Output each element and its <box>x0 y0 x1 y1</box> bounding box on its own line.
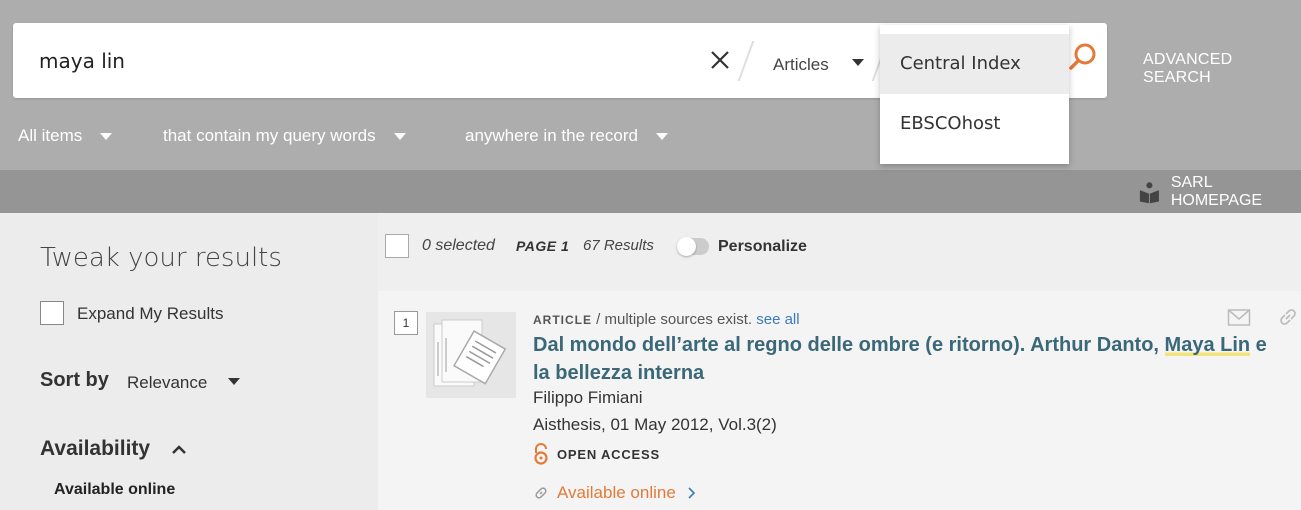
sort-by-label: Sort by <box>40 369 109 391</box>
chevron-down-icon <box>655 133 668 141</box>
result-type: ARTICLE <box>533 313 592 327</box>
items-filter-label: All items <box>18 126 83 145</box>
email-icon[interactable] <box>1227 307 1251 327</box>
divider <box>737 41 755 81</box>
result-type-line: ARTICLE / multiple sources exist. see al… <box>533 311 800 328</box>
search-icon[interactable] <box>1068 41 1098 71</box>
selected-count: 0 selected <box>422 237 495 254</box>
result-title[interactable]: Dal mondo dell’arte al regno delle ombre… <box>533 331 1273 387</box>
dropdown-option-ebscohost[interactable]: EBSCOhost <box>880 94 1069 154</box>
article-thumbnail-icon <box>426 312 516 398</box>
result-number: 1 <box>394 311 418 335</box>
personalize-label[interactable]: Personalize <box>718 238 807 256</box>
homepage-label: SARL HOMEPAGE <box>1170 174 1263 209</box>
available-online-label: Available online <box>557 483 676 502</box>
title-highlight: Maya Lin <box>1164 334 1251 356</box>
field-filter-label: anywhere in the record <box>465 126 638 145</box>
available-online-link[interactable]: Available online <box>533 482 700 504</box>
field-filter[interactable]: anywhere in the record <box>465 126 668 146</box>
expand-results-label[interactable]: Expand My Results <box>77 304 223 324</box>
title-part: Dal mondo dell’arte al regno delle ombre… <box>533 334 1165 356</box>
match-filter-label: that contain my query words <box>163 126 376 145</box>
library-book-icon <box>1139 182 1159 204</box>
results-count: 67 Results <box>583 237 654 254</box>
result-item <box>378 291 1301 510</box>
dropdown-option-central-index[interactable]: Central Index <box>880 34 1069 94</box>
result-author: Filippo Fimiani <box>533 388 643 407</box>
chevron-right-icon <box>688 487 695 499</box>
scope-caret-icon[interactable] <box>852 59 864 66</box>
chevron-down-icon <box>100 133 113 141</box>
search-scope-dropdown: Central Index EBSCOhost <box>880 25 1069 164</box>
match-filter[interactable]: that contain my query words <box>163 126 406 146</box>
sources-text: / multiple sources exist. <box>592 311 757 328</box>
items-filter[interactable]: All items <box>18 126 113 146</box>
open-access-badge: OPEN ACCESS <box>533 443 660 465</box>
page-number: PAGE 1 <box>516 238 570 254</box>
homepage-link[interactable]: SARL HOMEPAGE <box>1138 174 1301 209</box>
chevron-down-icon <box>393 133 406 141</box>
result-source: Aisthesis, 01 May 2012, Vol.3(2) <box>533 415 777 434</box>
sidebar-title: Tweak your results <box>40 243 282 273</box>
link-icon <box>535 487 547 499</box>
open-access-label: OPEN ACCESS <box>557 446 660 462</box>
expand-results-checkbox[interactable] <box>40 301 64 325</box>
select-all-checkbox[interactable] <box>385 234 409 258</box>
personalize-toggle[interactable] <box>677 237 709 256</box>
chevron-up-icon[interactable] <box>170 441 188 459</box>
permalink-icon[interactable] <box>1278 307 1298 327</box>
chevron-down-icon[interactable] <box>228 378 240 385</box>
available-online-facet[interactable]: Available online <box>54 481 175 499</box>
scope-select-label[interactable]: Articles <box>773 55 829 75</box>
sort-by-select[interactable]: Relevance <box>127 373 207 393</box>
open-access-icon <box>534 443 548 465</box>
search-input[interactable] <box>39 46 679 76</box>
library-band <box>0 170 1301 213</box>
see-all-link[interactable]: see all <box>756 311 799 328</box>
clear-search-icon[interactable] <box>709 49 731 71</box>
availability-facet-title[interactable]: Availability <box>40 437 150 461</box>
advanced-search-link[interactable]: ADVANCED SEARCH <box>1143 51 1301 87</box>
